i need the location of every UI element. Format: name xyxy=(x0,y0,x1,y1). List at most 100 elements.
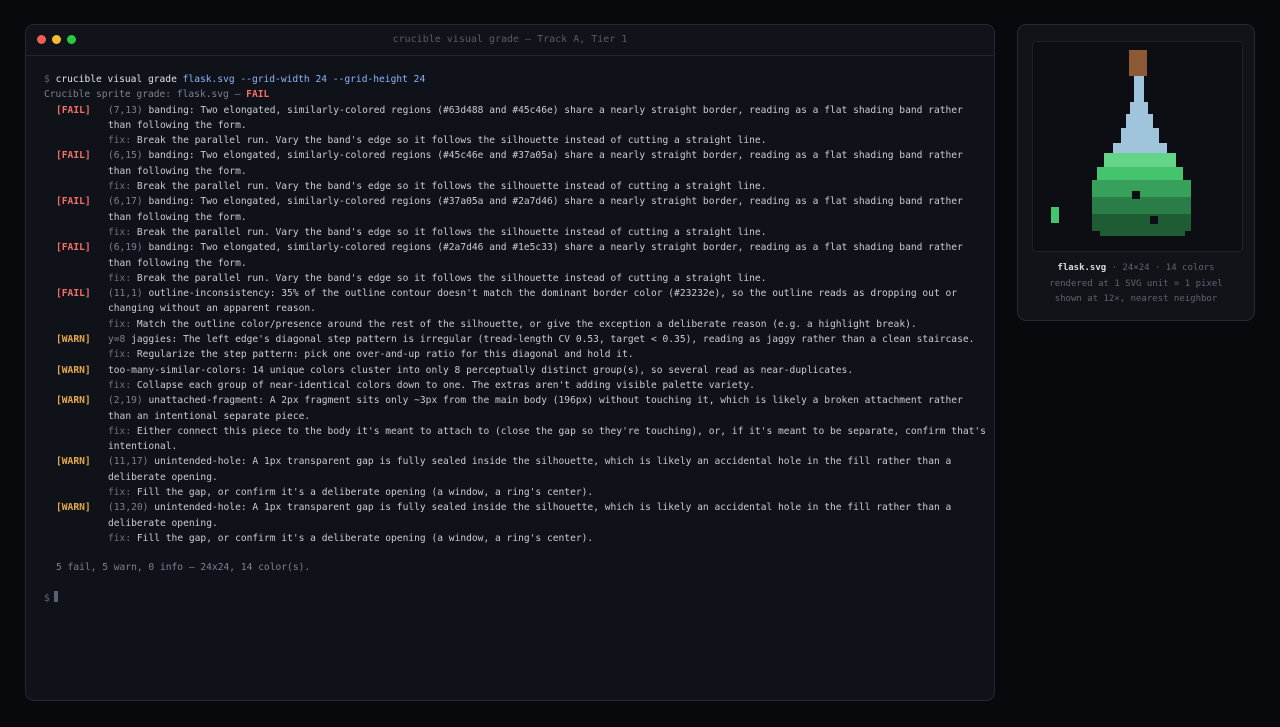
issue-location: (11,17) xyxy=(108,456,149,468)
cork-pixels xyxy=(1129,50,1147,76)
issue-text: (2,19) unattached-fragment: A 2px fragme… xyxy=(108,395,963,421)
issue-fix: fix: Fill the gap, or confirm it's a del… xyxy=(56,485,988,500)
fix-label: fix: xyxy=(108,379,132,391)
issue-message: banding: Two elongated, similarly-colore… xyxy=(108,150,963,177)
issue-text: (6,17) banding: Two elongated, similarly… xyxy=(108,196,963,222)
issue-entry: [WARN] too-many-similar-colors: 14 unique… xyxy=(56,363,988,378)
issue-severity-tag: [FAIL] xyxy=(56,104,91,116)
issue-fix: fix: Break the parallel run. Vary the ba… xyxy=(56,179,988,194)
fix-text: Either connect this piece to the body it… xyxy=(108,425,986,453)
fix-label: fix: xyxy=(108,318,132,330)
issue-location: (6,17) xyxy=(108,196,143,208)
issue-fix: fix: Break the parallel run. Vary the ba… xyxy=(56,271,988,286)
liquid-band-4 xyxy=(1092,197,1191,214)
issue-location: (2,19) xyxy=(108,395,143,407)
fix-text: Break the parallel run. Vary the band's … xyxy=(136,135,767,147)
fix-text: Fill the gap, or confirm it's a delibera… xyxy=(136,532,594,544)
issue-message: unintended-hole: A 1px transparent gap i… xyxy=(108,502,952,529)
preview-scale-note: shown at 12×, nearest neighbor xyxy=(1054,294,1218,304)
fix-text: Break the parallel run. Vary the band's … xyxy=(136,226,767,238)
issue-severity-tag: [FAIL] xyxy=(56,288,91,300)
issue-entry: [WARN] (13,20) unintended-hole: A 1px tra… xyxy=(56,500,988,531)
issue-severity-tag: [FAIL] xyxy=(56,242,91,254)
issue-entry: [FAIL] (7,13) banding: Two elongated, sim… xyxy=(56,103,988,134)
issue-text: (13,20) unintended-hole: A 1px transpare… xyxy=(108,502,951,528)
preview-filename: flask.svg xyxy=(1057,263,1107,273)
issue-list: [FAIL] (7,13) banding: Two elongated, sim… xyxy=(44,103,994,547)
summary-line: 5 fail, 5 warn, 0 info — 24x24, 14 color… xyxy=(56,562,311,574)
hole-pixel xyxy=(1150,216,1158,224)
issue-fix: fix: Break the parallel run. Vary the ba… xyxy=(56,225,988,240)
issue-fix: fix: Regularize the step pattern: pick o… xyxy=(56,347,988,362)
liquid-band-2 xyxy=(1097,167,1183,180)
issue-location: (13,20) xyxy=(108,502,149,514)
issue-entry: [FAIL] (6,15) banding: Two elongated, sim… xyxy=(56,148,988,179)
fix-label: fix: xyxy=(108,226,132,238)
issue-message: too-many-similar-colors: 14 unique color… xyxy=(108,364,854,376)
issue-message: unintended-hole: A 1px transparent gap i… xyxy=(108,456,952,483)
hole-pixel xyxy=(1132,191,1140,199)
input-prompt[interactable]: $ xyxy=(44,590,994,606)
issue-entry: [WARN] (11,17) unintended-hole: A 1px tra… xyxy=(56,454,988,485)
grade-result: FAIL xyxy=(246,89,270,101)
grade-header: Crucible sprite grade: flask.svg — FAIL xyxy=(44,87,994,102)
preview-caption: flask.svg · 24×24 · 14 colors rendered a… xyxy=(1018,261,1254,308)
fix-label: fix: xyxy=(108,181,132,193)
issue-location: (6,15) xyxy=(108,150,143,162)
window-title: crucible visual grade — Track A, Tier 1 xyxy=(392,34,628,45)
terminal-window[interactable]: crucible visual grade — Track A, Tier 1 … xyxy=(25,24,995,701)
issue-text: (6,19) banding: Two elongated, similarly… xyxy=(108,242,963,268)
issue-severity-tag: [WARN] xyxy=(56,456,91,468)
issue-entry: [FAIL] (6,19) banding: Two elongated, sim… xyxy=(56,240,988,271)
issue-text: (6,15) banding: Two elongated, similarly… xyxy=(108,150,963,176)
fix-label: fix: xyxy=(108,135,132,147)
issue-message: banding: Two elongated, similarly-colore… xyxy=(108,196,963,223)
prompt-symbol: $ xyxy=(44,74,50,85)
issue-fix: fix: Collapse each group of near-identic… xyxy=(56,378,988,393)
issue-entry: [FAIL] (6,17) banding: Two elongated, sim… xyxy=(56,194,988,225)
liquid-band-5 xyxy=(1092,214,1191,231)
issue-location: (6,19) xyxy=(108,242,143,254)
issue-location: y=8 xyxy=(108,334,126,346)
fix-text: Break the parallel run. Vary the band's … xyxy=(136,181,767,193)
issue-fix: fix: Match the outline color/presence ar… xyxy=(56,317,988,332)
liquid-band-3 xyxy=(1092,180,1191,197)
issue-text: too-many-similar-colors: 14 unique color… xyxy=(108,365,853,376)
issue-message: outline-inconsistency: 35% of the outlin… xyxy=(108,288,958,315)
preview-render-note: rendered at 1 SVG unit = 1 pixel xyxy=(1049,278,1223,289)
issue-severity-tag: [WARN] xyxy=(56,395,91,407)
fix-text: Collapse each group of near-identical co… xyxy=(136,379,755,391)
issue-severity-tag: [WARN] xyxy=(56,334,91,346)
issue-fix: fix: Break the parallel run. Vary the ba… xyxy=(56,133,988,148)
glass-pixels xyxy=(1113,76,1167,153)
command-line: $ crucible visual grade flask.svg --grid… xyxy=(44,72,994,87)
issue-entry: [FAIL] (11,1) outline-inconsistency: 35% … xyxy=(56,286,988,317)
fix-label: fix: xyxy=(108,349,132,361)
command-text: crucible visual grade xyxy=(55,74,177,85)
fix-text: Match the outline color/presence around … xyxy=(136,318,917,330)
liquid-band-base xyxy=(1100,231,1185,236)
issue-severity-tag: [WARN] xyxy=(56,364,91,376)
issue-message: jaggies: The left edge's diagonal step p… xyxy=(131,334,975,346)
terminal-output: $ crucible visual grade flask.svg --grid… xyxy=(26,56,994,606)
issue-location: (7,13) xyxy=(108,104,143,116)
grade-header-prefix: Crucible sprite grade: flask.svg — xyxy=(44,89,247,101)
liquid-band-1 xyxy=(1104,153,1176,167)
issue-message: banding: Two elongated, similarly-colore… xyxy=(108,242,963,269)
fix-text: Regularize the step pattern: pick one ov… xyxy=(136,349,634,361)
fix-text: Break the parallel run. Vary the band's … xyxy=(136,272,767,284)
flask-sprite-icon xyxy=(1051,50,1191,236)
command-args: flask.svg --grid-width 24 --grid-height … xyxy=(182,74,426,85)
preview-meta: · 24×24 · 14 colors xyxy=(1106,263,1215,273)
issue-text: (11,1) outline-inconsistency: 35% of the… xyxy=(108,288,957,314)
issue-message: banding: Two elongated, similarly-colore… xyxy=(108,104,963,131)
title-bar: crucible visual grade — Track A, Tier 1 xyxy=(26,25,994,56)
issue-entry: [WARN] y=8 jaggies: The left edge's diago… xyxy=(56,332,988,347)
issue-severity-tag: [FAIL] xyxy=(56,196,91,208)
fragment-pixels xyxy=(1051,207,1059,223)
issue-severity-tag: [WARN] xyxy=(56,502,91,514)
sprite-canvas xyxy=(1032,41,1243,252)
prompt-symbol: $ xyxy=(44,592,50,604)
sprite-preview-panel: flask.svg · 24×24 · 14 colors rendered a… xyxy=(1017,24,1255,321)
fix-label: fix: xyxy=(108,487,132,499)
